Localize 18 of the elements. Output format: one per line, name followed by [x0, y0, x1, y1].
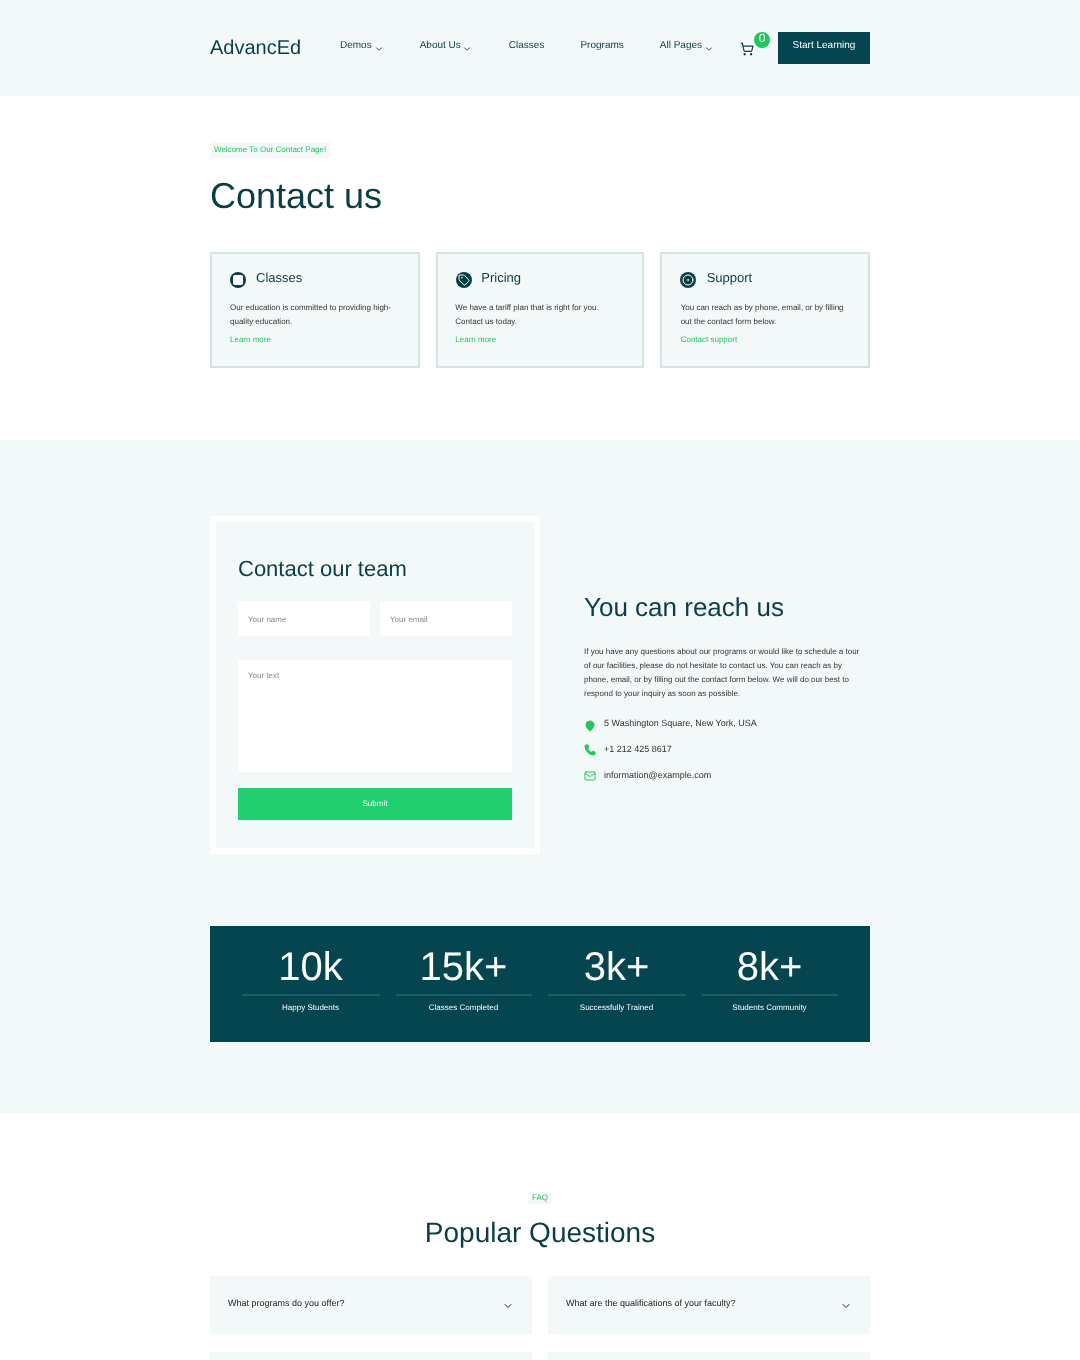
- cart-icon[interactable]: [740, 41, 754, 55]
- stat-value: 10k: [278, 944, 343, 992]
- stat-value: 8k+: [736, 944, 803, 992]
- classes-icon: [230, 271, 246, 288]
- support-icon: [680, 271, 697, 288]
- mail-icon: [584, 770, 596, 782]
- stat-value: 3k+: [583, 944, 650, 992]
- faq-title: Popular Questions: [424, 1214, 656, 1252]
- phone-icon: [584, 744, 596, 757]
- logo[interactable]: AdvancEd: [210, 33, 330, 63]
- page-title: Contact us: [210, 174, 385, 220]
- pricing-icon: [455, 271, 472, 288]
- chevron-down-icon: [502, 1299, 514, 1311]
- chevron-down-icon: [840, 1299, 852, 1311]
- location-pin-icon: [584, 719, 596, 731]
- form-title: Contact our team: [238, 556, 409, 586]
- stat-value: 15k+: [419, 944, 508, 992]
- reach-title: You can reach us: [584, 589, 786, 626]
